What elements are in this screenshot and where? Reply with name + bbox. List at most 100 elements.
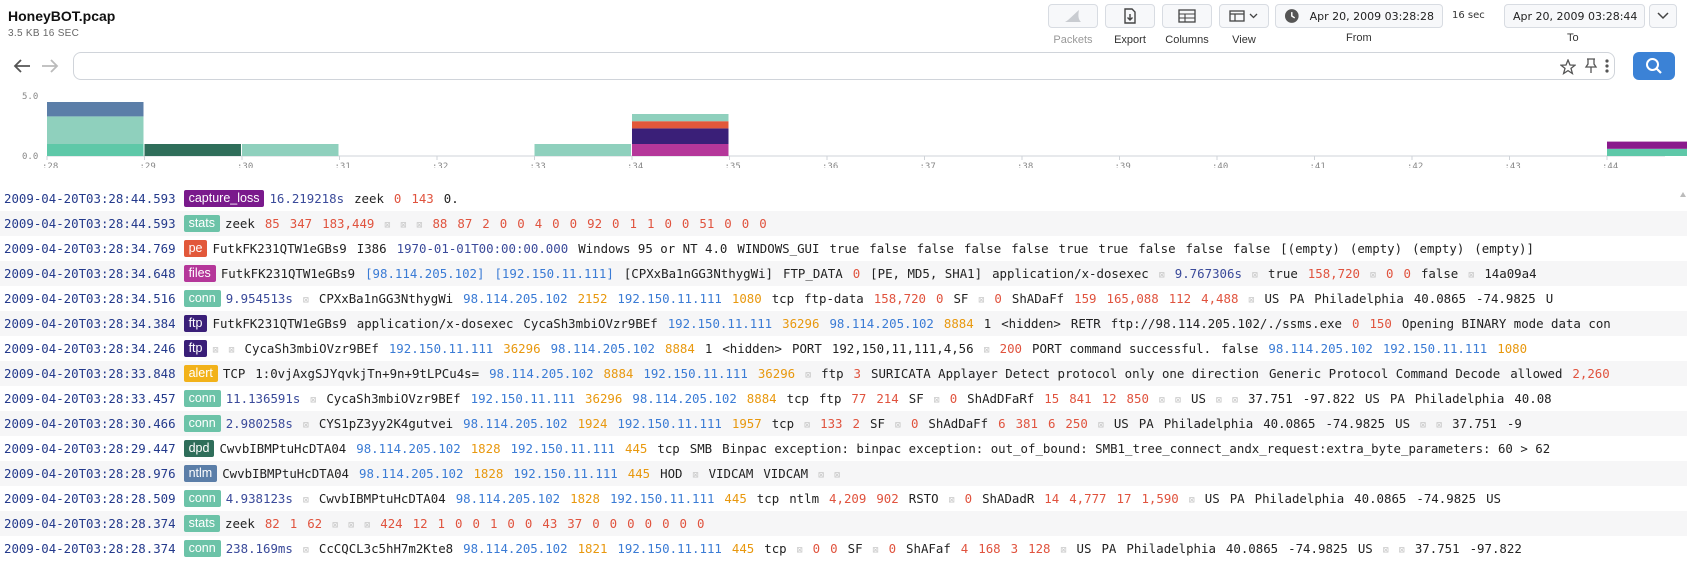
event-field[interactable]: ntlm xyxy=(789,491,819,506)
event-timestamp[interactable]: 2009-04-20T03:28:30.466 xyxy=(4,416,176,431)
event-timestamp[interactable]: 2009-04-20T03:28:28.509 xyxy=(4,491,176,506)
search-input[interactable] xyxy=(84,54,1508,80)
event-field[interactable]: 36296 xyxy=(758,366,795,381)
event-field[interactable]: PA xyxy=(1230,491,1245,506)
event-field[interactable]: [192.150.11.111] xyxy=(494,266,613,281)
event-timestamp[interactable]: 2009-04-20T03:28:28.374 xyxy=(4,516,176,531)
event-type-badge[interactable]: alert xyxy=(183,365,218,382)
event-field[interactable]: 14a09a4 xyxy=(1484,266,1536,281)
null-value-icon[interactable]: ⊠ xyxy=(364,520,370,531)
event-field[interactable]: 1 xyxy=(984,316,991,331)
event-field[interactable]: 4 xyxy=(535,216,542,231)
event-field[interactable]: ShAdDFaRf xyxy=(967,391,1034,406)
event-field[interactable]: 40.0865 xyxy=(1226,541,1278,556)
event-row[interactable]: 2009-04-20T03:28:30.466 conn 2.980258s ⊠ CYS… xyxy=(0,411,1687,436)
event-field[interactable]: 0 xyxy=(500,216,507,231)
event-field[interactable]: Windows 95 or NT 4.0 xyxy=(578,241,727,256)
event-field[interactable]: 98.114.205.102 xyxy=(551,341,655,356)
event-field[interactable]: 250 xyxy=(1065,416,1087,431)
event-field[interactable]: true xyxy=(1059,241,1089,256)
null-value-icon[interactable]: ⊠ xyxy=(1232,395,1238,406)
packets-button[interactable] xyxy=(1048,4,1098,28)
event-field[interactable]: VIDCAM xyxy=(709,466,754,481)
event-field[interactable]: tcp xyxy=(772,416,794,431)
event-field[interactable]: 4 xyxy=(961,541,968,556)
event-field[interactable]: 3 xyxy=(854,366,861,381)
event-field[interactable]: US xyxy=(1486,491,1501,506)
event-field[interactable]: US xyxy=(1114,416,1129,431)
event-field[interactable]: FutkFK231QTW1eGBs9 xyxy=(212,316,346,331)
event-field[interactable]: 1924 xyxy=(578,416,608,431)
event-field[interactable]: true xyxy=(829,241,859,256)
event-field[interactable]: 0 xyxy=(950,391,957,406)
event-type-badge[interactable]: ftp xyxy=(183,340,208,357)
event-row[interactable]: 2009-04-20T03:28:28.374 conn 238.169ms ⊠ CcC… xyxy=(0,536,1687,561)
null-value-icon[interactable]: ⊠ xyxy=(978,295,984,306)
event-field[interactable]: 98.114.205.102 xyxy=(463,291,567,306)
event-field[interactable]: PA xyxy=(1139,416,1154,431)
null-value-icon[interactable]: ⊠ xyxy=(1175,395,1181,406)
event-field[interactable]: false xyxy=(1138,241,1175,256)
event-field[interactable]: CycaSh3mbiOVzr9BEf xyxy=(326,391,460,406)
null-value-icon[interactable]: ⊠ xyxy=(332,520,338,531)
event-field[interactable]: 1957 xyxy=(732,416,762,431)
event-field[interactable]: false xyxy=(1186,241,1223,256)
event-field[interactable]: 11.136591s xyxy=(226,391,301,406)
event-field[interactable]: 143 xyxy=(411,191,433,206)
event-field[interactable]: -74.9825 xyxy=(1288,541,1348,556)
event-field[interactable]: 0 xyxy=(472,516,479,531)
null-value-icon[interactable]: ⊠ xyxy=(310,395,316,406)
event-field[interactable]: allowed xyxy=(1510,366,1562,381)
event-field[interactable]: 6 xyxy=(998,416,1005,431)
event-field[interactable]: 0. xyxy=(444,191,459,206)
null-value-icon[interactable]: ⊠ xyxy=(1383,545,1389,556)
null-value-icon[interactable]: ⊠ xyxy=(1248,295,1254,306)
event-field[interactable]: 0 xyxy=(664,216,671,231)
null-value-icon[interactable]: ⊠ xyxy=(1061,545,1067,556)
event-field[interactable]: 36296 xyxy=(585,391,622,406)
event-field[interactable]: 445 xyxy=(625,441,647,456)
event-timestamp[interactable]: 2009-04-20T03:28:33.457 xyxy=(4,391,176,406)
event-row[interactable]: 2009-04-20T03:28:34.384 ftp FutkFK231QTW1e… xyxy=(0,311,1687,336)
event-type-badge[interactable]: conn xyxy=(183,415,221,432)
event-field[interactable]: 0 xyxy=(525,516,532,531)
event-field[interactable]: 200 xyxy=(1000,341,1022,356)
event-field[interactable]: 0 xyxy=(759,216,766,231)
event-field[interactable]: 1:0vjAxgSJYqvkjTn+9n+9tLPCu4s= xyxy=(255,366,479,381)
event-field[interactable]: 15 xyxy=(1044,391,1059,406)
event-field[interactable]: 0 xyxy=(830,541,837,556)
event-type-badge[interactable]: files xyxy=(183,265,216,282)
event-field[interactable]: PA xyxy=(1101,541,1116,556)
export-button[interactable] xyxy=(1105,4,1155,28)
event-field[interactable]: 1970-01-01T00:00:00.000 xyxy=(397,241,569,256)
more-options-button[interactable] xyxy=(1604,58,1610,79)
event-type-badge[interactable]: stats xyxy=(183,515,220,532)
to-date-picker[interactable]: Apr 20, 2009 03:28:44 xyxy=(1504,4,1645,28)
event-field[interactable]: 4,209 xyxy=(829,491,866,506)
event-field[interactable]: true xyxy=(1268,266,1298,281)
event-field[interactable]: TCP xyxy=(223,366,245,381)
event-field[interactable]: US xyxy=(1077,541,1092,556)
event-field[interactable]: 1 xyxy=(705,341,712,356)
event-field[interactable]: [CPXxBa1nGG3NthygWi] xyxy=(624,266,773,281)
event-field[interactable]: 445 xyxy=(732,541,754,556)
event-field[interactable]: ftp://98.114.205.102/./ssms.exe xyxy=(1111,316,1342,331)
event-field[interactable]: (empty) xyxy=(1412,241,1464,256)
null-value-icon[interactable]: ⊠ xyxy=(1420,420,1426,431)
event-field[interactable]: VIDCAM xyxy=(763,466,808,481)
event-row[interactable]: 2009-04-20T03:28:28.509 conn 4.938123s ⊠ Cwv… xyxy=(0,486,1687,511)
null-value-icon[interactable]: ⊠ xyxy=(1159,395,1165,406)
event-field[interactable]: -74.9825 xyxy=(1476,291,1536,306)
event-timestamp[interactable]: 2009-04-20T03:28:33.848 xyxy=(4,366,176,381)
back-button[interactable] xyxy=(12,58,32,79)
event-field[interactable]: Generic Protocol Command Decode xyxy=(1269,366,1500,381)
event-timestamp[interactable]: 2009-04-20T03:28:34.246 xyxy=(4,341,176,356)
event-field[interactable]: 192.150.11.111 xyxy=(511,441,615,456)
event-timestamp[interactable]: 2009-04-20T03:28:34.384 xyxy=(4,316,176,331)
null-value-icon[interactable]: ⊠ xyxy=(1399,545,1405,556)
event-field[interactable]: 40.08 xyxy=(1514,391,1551,406)
event-field[interactable]: CwvbIBMPtuHcDTA04 xyxy=(222,466,349,481)
event-field[interactable]: 9.767306s xyxy=(1175,266,1242,281)
event-field[interactable]: 902 xyxy=(876,491,898,506)
packets-tool[interactable]: Packets xyxy=(1048,4,1098,46)
